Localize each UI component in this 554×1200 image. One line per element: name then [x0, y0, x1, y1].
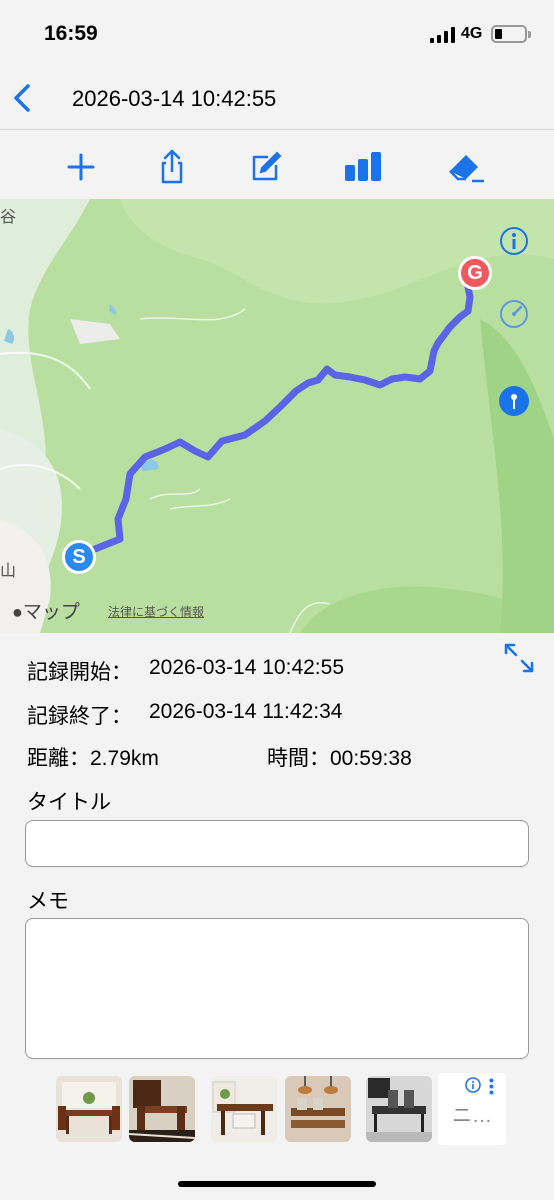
- distance-label: 距離：: [27, 747, 90, 770]
- map-place-label-top: 谷: [0, 209, 17, 226]
- screen: 16:59 4G 2026-03-14 10:42:55 谷 山 S G ●マッ…: [0, 0, 554, 1200]
- title-input[interactable]: [25, 820, 529, 867]
- toolbar: [0, 131, 554, 199]
- back-chevron-icon[interactable]: [8, 80, 38, 116]
- info-icon[interactable]: [498, 225, 530, 257]
- record-start-value: 2026-03-14 10:42:55: [149, 656, 344, 679]
- eraser-icon[interactable]: [446, 149, 486, 185]
- home-indicator: [178, 1181, 376, 1187]
- duration-value: 00:59:38: [330, 747, 412, 770]
- image-suggestion-strip: • • • ニ…: [52, 1073, 506, 1145]
- suggestion-more[interactable]: • • • ニ…: [438, 1073, 506, 1145]
- record-start-row: 記録開始：: [27, 656, 132, 686]
- thumbnail-image[interactable]: [129, 1076, 195, 1142]
- title-label: タイトル: [27, 791, 111, 814]
- map-view[interactable]: 谷 山 S G ●マップ 法律に基づく情報: [0, 199, 554, 633]
- thumbnail-image[interactable]: [56, 1076, 122, 1142]
- record-start-label: 記録開始：: [27, 661, 132, 684]
- map-place-label-bottom: 山: [0, 563, 17, 580]
- legal-link[interactable]: 法律に基づく情報: [108, 603, 204, 620]
- maps-logo-text: マップ: [22, 602, 80, 623]
- chart-icon[interactable]: [343, 149, 383, 185]
- distance-row: 距離：2.79km: [27, 742, 159, 772]
- status-time: 16:59: [44, 22, 98, 45]
- page-title: 2026-03-14 10:42:55: [72, 86, 277, 111]
- memo-textarea[interactable]: [25, 918, 529, 1059]
- distance-value: 2.79km: [90, 747, 159, 770]
- nav-bar: 2026-03-14 10:42:55: [0, 70, 554, 130]
- suggestion-more-text: ニ…: [452, 1105, 492, 1127]
- thumbnail-image[interactable]: [285, 1076, 351, 1142]
- goal-marker[interactable]: G: [458, 256, 492, 290]
- record-end-label: 記録終了：: [27, 705, 132, 728]
- network-type: 4G: [461, 25, 483, 42]
- thumbnail-image[interactable]: [211, 1076, 277, 1142]
- signal-icon: [430, 27, 455, 43]
- thumbnail-image[interactable]: [366, 1076, 432, 1142]
- duration-row: 時間：00:59:38: [267, 742, 412, 772]
- start-marker[interactable]: S: [62, 540, 96, 574]
- more-dots-icon[interactable]: • • •: [489, 1073, 494, 1099]
- battery-icon: [491, 25, 531, 43]
- apple-maps-logo: ●マップ: [12, 602, 80, 623]
- plus-icon[interactable]: [61, 149, 101, 185]
- info-icon[interactable]: [465, 1077, 481, 1093]
- speedometer-icon[interactable]: [498, 298, 530, 330]
- share-icon[interactable]: [152, 149, 192, 185]
- edit-icon[interactable]: [246, 149, 286, 185]
- status-bar: 16:59 4G: [0, 0, 554, 70]
- memo-label: メモ: [27, 890, 69, 913]
- record-end-row: 記録終了：: [27, 700, 132, 730]
- location-pin-icon[interactable]: [498, 385, 530, 417]
- record-end-value: 2026-03-14 11:42:34: [149, 700, 343, 723]
- expand-icon[interactable]: [502, 641, 536, 675]
- duration-label: 時間：: [267, 747, 330, 770]
